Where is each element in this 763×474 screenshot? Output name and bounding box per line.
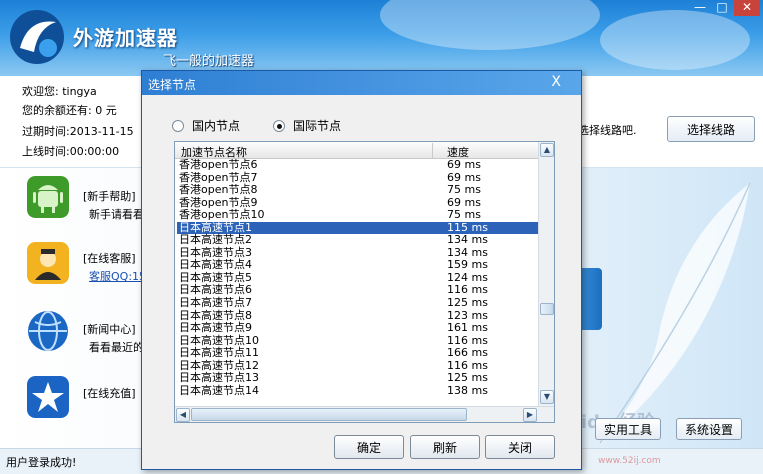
- node-name: 日本高速节点11: [179, 346, 259, 360]
- select-node-dialog: 选择节点 X 国内节点 国际节点 加速节点名称 速度 香港open节点6 69 m…: [141, 70, 582, 470]
- scroll-right-icon[interactable]: ▶: [523, 408, 537, 422]
- scroll-left-icon[interactable]: ◀: [176, 408, 190, 422]
- node-speed: 138 ms: [447, 383, 488, 397]
- list-item[interactable]: 日本高速节点14 138 ms: [177, 383, 539, 398]
- list-item[interactable]: 香港open节点10 75 ms: [177, 209, 539, 222]
- radio-dot-domestic[interactable]: [172, 119, 184, 132]
- list-item[interactable]: 日本高速节点7 125 ms: [177, 297, 539, 310]
- android-icon[interactable]: [27, 176, 69, 218]
- list-item[interactable]: 日本高速节点9 161 ms: [177, 322, 539, 335]
- list-item[interactable]: 香港open节点6 69 ms: [177, 158, 539, 172]
- dialog-titlebar[interactable]: 选择节点 X: [142, 71, 581, 95]
- column-separator[interactable]: [432, 143, 433, 158]
- dialog-close-icon[interactable]: X: [551, 73, 561, 91]
- radio-international[interactable]: 国际节点: [273, 117, 341, 134]
- node-speed: 159 ms: [447, 258, 488, 272]
- node-name: 日本高速节点7: [179, 296, 252, 310]
- dialog-title: 选择节点: [148, 78, 197, 92]
- close-button[interactable]: ✕: [734, 0, 760, 16]
- node-speed: 134 ms: [447, 233, 488, 247]
- settings-button[interactable]: 系统设置: [676, 418, 742, 440]
- tools-button[interactable]: 实用工具: [595, 418, 661, 440]
- scroll-down-icon[interactable]: ▼: [540, 390, 554, 404]
- vertical-scroll-thumb[interactable]: [540, 303, 554, 315]
- radio-dot-international[interactable]: [273, 119, 285, 132]
- list-item[interactable]: 日本高速节点11 166 ms: [177, 347, 539, 360]
- node-speed: 161 ms: [447, 321, 488, 335]
- minimize-button[interactable]: —: [690, 0, 710, 16]
- node-rows: 香港open节点6 69 ms 香港open节点7 69 ms 香港open节点8 75 …: [177, 158, 539, 398]
- maximize-button[interactable]: □: [712, 0, 732, 16]
- side-title-recharge[interactable]: [在线充值]: [83, 385, 136, 401]
- side-desc-help: 新手请看看: [89, 208, 144, 221]
- welcome-text: 欢迎您: tingya: [22, 85, 97, 98]
- balance-text: 您的余额还有: 0 元: [22, 104, 117, 117]
- list-item[interactable]: 日本高速节点2 134 ms: [177, 234, 539, 247]
- node-speed: 125 ms: [447, 371, 488, 385]
- node-speed: 75 ms: [447, 208, 481, 222]
- side-title-news[interactable]: [新闻中心]: [83, 321, 136, 337]
- side-desc-news: 看看最近的: [89, 341, 144, 354]
- header: 外游加速器 飞一般的加速器 — □ ✕: [0, 0, 763, 76]
- online-time-text: 上线时间:00:00:00: [22, 145, 120, 158]
- logo-icon: [10, 10, 64, 64]
- node-name: 香港open节点10: [179, 208, 265, 222]
- node-speed: 75 ms: [447, 183, 481, 197]
- support-agent-icon[interactable]: [27, 242, 69, 284]
- list-header: 加速节点名称 速度: [175, 142, 539, 159]
- route-hint: 选择线路吧.: [578, 124, 637, 137]
- node-name: 日本高速节点14: [179, 383, 259, 397]
- radio-label-domestic: 国内节点: [192, 119, 241, 133]
- cloud-decoration: [600, 10, 750, 70]
- node-name: 日本高速节点2: [179, 233, 252, 247]
- list-item[interactable]: 日本高速节点13 125 ms: [177, 372, 539, 385]
- node-list[interactable]: 加速节点名称 速度 香港open节点6 69 ms 香港open节点7 69 ms 香港…: [174, 141, 555, 423]
- vertical-scrollbar[interactable]: ▲ ▼: [538, 142, 554, 406]
- watermark-site: www.52ij.com: [598, 456, 661, 466]
- radio-domestic[interactable]: 国内节点: [172, 117, 240, 134]
- node-name: 香港open节点8: [179, 183, 258, 197]
- radio-label-international: 国际节点: [293, 119, 342, 133]
- horizontal-scroll-thumb[interactable]: [191, 408, 467, 421]
- cloud-decoration: [380, 0, 600, 50]
- refresh-button[interactable]: 刷新: [410, 435, 480, 459]
- app-title: 外游加速器: [73, 26, 178, 50]
- app-slogan: 飞一般的加速器: [163, 54, 255, 69]
- node-speed: 69 ms: [447, 158, 481, 171]
- expiry-text: 过期时间:2013-11-15: [22, 125, 134, 138]
- side-title-help[interactable]: [新手帮助]: [83, 188, 136, 204]
- support-qq-link[interactable]: 客服QQ:15: [89, 268, 146, 284]
- horizontal-scrollbar[interactable]: ◀ ▶: [175, 406, 554, 422]
- list-item[interactable]: 香港open节点8 75 ms: [177, 184, 539, 197]
- choose-route-button[interactable]: 选择线路: [667, 116, 755, 142]
- dialog-close-button[interactable]: 关闭: [485, 435, 555, 459]
- node-name: 日本高速节点9: [179, 321, 252, 335]
- node-speed: 166 ms: [447, 346, 488, 360]
- node-name: 日本高速节点4: [179, 258, 252, 272]
- node-speed: 125 ms: [447, 296, 488, 310]
- globe-icon[interactable]: [27, 310, 69, 352]
- node-name: 香港open节点6: [179, 158, 258, 171]
- scroll-up-icon[interactable]: ▲: [540, 143, 554, 157]
- status-text: 用户登录成功!: [6, 456, 77, 469]
- star-icon[interactable]: [27, 376, 69, 418]
- ok-button[interactable]: 确定: [334, 435, 404, 459]
- node-name: 日本高速节点13: [179, 371, 259, 385]
- side-title-support[interactable]: [在线客服]: [83, 250, 136, 266]
